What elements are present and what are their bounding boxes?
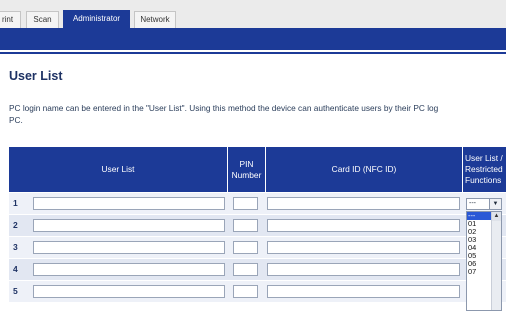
row-number: 5 <box>13 286 18 296</box>
header-pin-number: PIN Number <box>227 147 265 192</box>
card-id-input[interactable] <box>267 285 460 298</box>
page-title: User List <box>9 69 63 83</box>
row-number: 1 <box>13 198 18 208</box>
header-user-list: User List <box>9 147 227 192</box>
user-name-input[interactable] <box>33 263 225 276</box>
card-id-input[interactable] <box>267 263 460 276</box>
header-restricted-functions: User List / Restricted Functions <box>462 147 506 192</box>
table-row: 3 <box>9 237 506 259</box>
row-number: 3 <box>13 242 18 252</box>
row-number: 2 <box>13 220 18 230</box>
table-row: 2 <box>9 215 506 237</box>
tab-network[interactable]: Network <box>134 11 176 28</box>
nav-bar <box>0 28 506 50</box>
pin-input[interactable] <box>233 241 258 254</box>
user-name-input[interactable] <box>33 241 225 254</box>
header-pin-line1: PIN <box>239 158 254 169</box>
card-id-input[interactable] <box>267 241 460 254</box>
card-id-input[interactable] <box>267 219 460 232</box>
user-name-input[interactable] <box>33 197 225 210</box>
pin-input[interactable] <box>233 285 258 298</box>
select-value: --- <box>469 200 476 207</box>
table-row: 1 <box>9 193 506 215</box>
description-line-2: PC. <box>9 115 23 125</box>
card-id-input[interactable] <box>267 197 460 210</box>
header-restricted-line2: Restricted <box>465 164 503 174</box>
tab-print[interactable]: rint <box>0 11 21 28</box>
page-description: PC login name can be entered in the "Use… <box>9 102 506 126</box>
table-row: 5 <box>9 281 506 303</box>
header-restricted-line3: Functions <box>465 175 502 185</box>
restricted-functions-select[interactable]: --- ▼ <box>466 198 502 210</box>
tab-scan[interactable]: Scan <box>26 11 59 28</box>
description-line-1: PC login name can be entered in the "Use… <box>9 103 439 113</box>
chevron-up-icon[interactable]: ▲ <box>492 212 501 221</box>
divider <box>0 52 506 54</box>
table-row: 4 <box>9 259 506 281</box>
user-name-input[interactable] <box>33 219 225 232</box>
dropdown-scrollbar[interactable]: ▲ <box>491 212 501 310</box>
pin-input[interactable] <box>233 197 258 210</box>
user-name-input[interactable] <box>33 285 225 298</box>
tab-bar: rint Scan Administrator Network <box>0 0 506 28</box>
header-pin-line2: Number <box>231 169 262 180</box>
pin-input[interactable] <box>233 219 258 232</box>
tab-administrator[interactable]: Administrator <box>63 10 130 28</box>
restricted-functions-dropdown: --- 01 02 03 04 05 06 07 ▲ <box>466 211 502 311</box>
row-number: 4 <box>13 264 18 274</box>
header-card-id: Card ID (NFC ID) <box>265 147 462 192</box>
header-restricted-line1: User List / <box>465 153 503 163</box>
chevron-down-icon[interactable]: ▼ <box>489 199 501 209</box>
pin-input[interactable] <box>233 263 258 276</box>
